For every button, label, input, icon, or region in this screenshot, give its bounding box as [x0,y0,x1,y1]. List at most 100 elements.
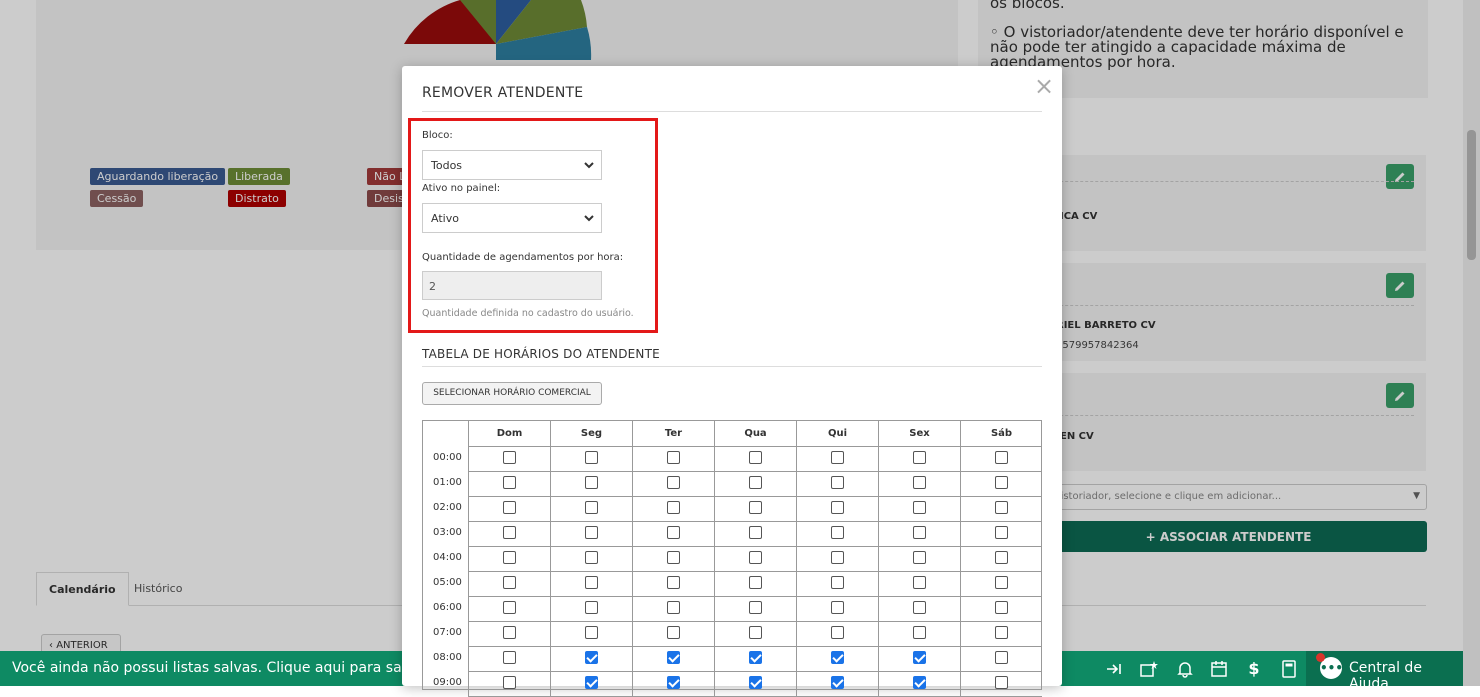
bloco-value: Todos [431,159,463,172]
collapse-icon[interactable] [1104,659,1124,679]
schedule-cell [960,597,1042,622]
schedule-checkbox[interactable] [503,451,516,464]
schedule-checkbox[interactable] [749,626,762,639]
close-icon[interactable]: × [1034,72,1054,100]
schedule-checkbox[interactable] [585,651,598,664]
schedule-checkbox[interactable] [995,526,1008,539]
schedule-checkbox[interactable] [667,451,680,464]
schedule-checkbox[interactable] [585,601,598,614]
schedule-checkbox[interactable] [503,501,516,514]
schedule-checkbox[interactable] [667,526,680,539]
schedule-checkbox[interactable] [913,576,926,589]
schedule-cell [960,522,1042,547]
schedule-checkbox[interactable] [995,676,1008,689]
schedule-checkbox[interactable] [831,526,844,539]
schedule-cell [960,472,1042,497]
schedule-checkbox[interactable] [749,676,762,689]
schedule-checkbox[interactable] [503,676,516,689]
schedule-checkbox[interactable] [749,601,762,614]
star-list-icon[interactable] [1139,659,1159,679]
schedule-cell [468,497,550,522]
schedule-checkbox[interactable] [503,526,516,539]
schedule-checkbox[interactable] [749,576,762,589]
schedule-checkbox[interactable] [585,626,598,639]
schedule-checkbox[interactable] [667,576,680,589]
schedule-checkbox[interactable] [749,476,762,489]
schedule-checkbox[interactable] [585,551,598,564]
schedule-checkbox[interactable] [913,601,926,614]
schedule-cell [632,647,714,672]
ativo-value: Ativo [431,212,459,225]
schedule-checkbox[interactable] [667,476,680,489]
schedule-checkbox[interactable] [503,576,516,589]
schedule-checkbox[interactable] [995,451,1008,464]
schedule-checkbox[interactable] [749,526,762,539]
schedule-checkbox[interactable] [995,576,1008,589]
schedule-checkbox[interactable] [503,626,516,639]
schedule-checkbox[interactable] [831,601,844,614]
schedule-checkbox[interactable] [913,551,926,564]
schedule-checkbox[interactable] [913,501,926,514]
schedule-checkbox[interactable] [749,651,762,664]
schedule-cell [550,547,632,572]
schedule-checkbox[interactable] [667,626,680,639]
schedule-checkbox[interactable] [995,601,1008,614]
schedule-checkbox[interactable] [831,626,844,639]
schedule-checkbox[interactable] [503,651,516,664]
schedule-checkbox[interactable] [585,676,598,689]
schedule-cell [878,647,960,672]
schedule-checkbox[interactable] [585,501,598,514]
bloco-select[interactable]: Todos [422,150,602,180]
schedule-checkbox[interactable] [831,676,844,689]
schedule-cell [550,622,632,647]
schedule-checkbox[interactable] [913,676,926,689]
schedule-checkbox[interactable] [913,626,926,639]
help-center-button[interactable]: ••• Central de Ajuda [1306,651,1463,692]
schedule-checkbox[interactable] [749,501,762,514]
schedule-checkbox[interactable] [667,601,680,614]
schedule-checkbox[interactable] [667,651,680,664]
schedule-cell [960,572,1042,597]
schedule-checkbox[interactable] [995,551,1008,564]
schedule-checkbox[interactable] [831,551,844,564]
bell-icon[interactable] [1175,659,1195,679]
select-business-hours-button[interactable]: SELECIONAR HORÁRIO COMERCIAL [422,382,602,405]
schedule-checkbox[interactable] [749,551,762,564]
day-header: Seg [550,421,632,447]
schedule-checkbox[interactable] [913,451,926,464]
schedule-checkbox[interactable] [995,626,1008,639]
schedule-checkbox[interactable] [913,651,926,664]
schedule-checkbox[interactable] [995,476,1008,489]
schedule-checkbox[interactable] [995,501,1008,514]
calendar-icon[interactable] [1209,659,1229,679]
schedule-checkbox[interactable] [831,651,844,664]
schedule-cell [878,547,960,572]
schedule-cell [796,597,878,622]
schedule-checkbox[interactable] [995,651,1008,664]
schedule-cell [714,622,796,647]
schedule-checkbox[interactable] [585,451,598,464]
schedule-checkbox[interactable] [831,451,844,464]
schedule-checkbox[interactable] [667,551,680,564]
schedule-checkbox[interactable] [831,501,844,514]
saved-lists-message[interactable]: Você ainda não possui listas salvas. Cli… [12,660,467,676]
ativo-select[interactable]: Ativo [422,203,602,233]
schedule-checkbox[interactable] [585,476,598,489]
schedule-checkbox[interactable] [503,601,516,614]
schedule-checkbox[interactable] [667,501,680,514]
schedule-checkbox[interactable] [913,476,926,489]
schedule-checkbox[interactable] [667,676,680,689]
schedule-checkbox[interactable] [585,576,598,589]
schedule-checkbox[interactable] [831,476,844,489]
schedule-checkbox[interactable] [831,576,844,589]
schedule-cell [960,547,1042,572]
schedule-cell [714,647,796,672]
schedule-checkbox[interactable] [913,526,926,539]
schedule-checkbox[interactable] [585,526,598,539]
schedule-checkbox[interactable] [503,476,516,489]
schedule-checkbox[interactable] [749,451,762,464]
schedule-cell [796,447,878,472]
dollar-icon[interactable]: $ [1244,659,1264,679]
calculator-icon[interactable] [1279,659,1299,679]
schedule-checkbox[interactable] [503,551,516,564]
